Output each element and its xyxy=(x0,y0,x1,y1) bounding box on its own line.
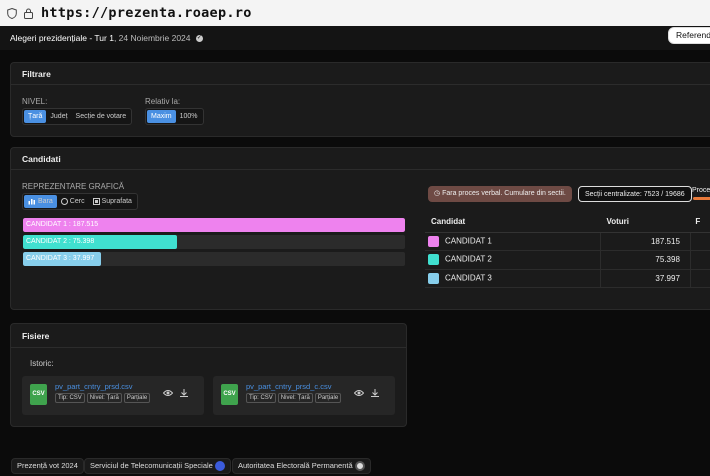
row-votes: 75.398 xyxy=(600,250,691,270)
lock-icon xyxy=(24,8,33,19)
address-text[interactable]: https://prezenta.roaep.ro xyxy=(41,5,252,21)
column-header-percent: F xyxy=(690,212,710,233)
browser-url-bar[interactable]: https://prezenta.roaep.ro xyxy=(0,0,710,26)
tag-level: Nivel: Țară xyxy=(86,393,122,403)
graphic-option-area-label: Suprafata xyxy=(101,198,132,205)
table-row: CANDIDAT 1 187.515 xyxy=(425,232,710,251)
relative-option-100[interactable]: 100% xyxy=(176,110,202,123)
file-item[interactable]: CSV pv_part_cntry_prsd_c.csv Tip: CSV Ni… xyxy=(213,376,395,415)
bar-label-candidate-3: CANDIDAT 3 : 37.997 xyxy=(26,255,95,262)
graphic-option-bar[interactable]: Bara xyxy=(24,195,57,208)
eye-icon[interactable] xyxy=(354,388,364,398)
row-candidate-name: CANDIDAT 1 xyxy=(445,236,492,246)
filter-card: Filtrare xyxy=(10,62,710,137)
graphic-option-bar-label: Bara xyxy=(38,198,53,205)
file-name-link[interactable]: pv_part_cntry_prsd_c.csv xyxy=(246,382,331,391)
candidates-table: Candidat Voturi F CANDIDAT 1 187.515 CAN… xyxy=(425,212,710,288)
area-icon xyxy=(92,198,100,205)
footer-link-sts[interactable]: Serviciul de Telecomunicații Speciale xyxy=(84,458,231,474)
files-card-title: Fisiere xyxy=(11,324,406,348)
file-name-link[interactable]: pv_part_cntry_prsd.csv xyxy=(55,382,133,391)
shield-icon xyxy=(7,7,17,19)
color-swatch xyxy=(428,254,439,266)
clock-icon: ◷ xyxy=(434,190,441,197)
file-tags: Tip: CSV Nivel: Țară Parțiale xyxy=(55,393,151,403)
tag-type: Tip: CSV xyxy=(246,393,276,403)
footer-link-aep-label: Autoritatea Electorală Permanentă xyxy=(238,461,353,470)
download-icon[interactable] xyxy=(370,388,380,398)
graphic-label: REPREZENTARE GRAFICĂ xyxy=(22,182,125,191)
election-title: Alegeri prezidențiale - Tur 1, 24 Noiemb… xyxy=(10,33,203,43)
election-name: Alegeri prezidențiale - Tur 1 xyxy=(10,33,114,43)
column-header-votes: Voturi xyxy=(600,212,691,233)
pie-icon xyxy=(60,198,68,205)
csv-file-icon: CSV xyxy=(30,384,47,405)
graphic-option-area[interactable]: Suprafata xyxy=(89,195,136,208)
status-pill: ◷ Fara proces verbal. Cumulare din secti… xyxy=(428,186,572,202)
graphic-segmented-control: Bara Cerc Suprafata xyxy=(22,193,138,210)
footer-link-aep[interactable]: Autoritatea Electorală Permanentă xyxy=(232,458,371,474)
graphic-option-circle[interactable]: Cerc xyxy=(57,195,89,208)
table-row: CANDIDAT 3 37.997 xyxy=(425,269,710,288)
row-votes: 187.515 xyxy=(600,232,691,251)
bar-track-1: CANDIDAT 1 : 187.515 xyxy=(23,218,405,232)
row-candidate-name: CANDIDAT 2 xyxy=(445,254,492,264)
file-item[interactable]: CSV pv_part_cntry_prsd.csv Tip: CSV Nive… xyxy=(22,376,204,415)
file-tags: Tip: CSV Nivel: Țară Parțiale xyxy=(246,393,342,403)
history-label: Istoric: xyxy=(30,359,54,368)
color-swatch xyxy=(428,272,439,284)
progress-bar xyxy=(693,197,710,200)
color-swatch xyxy=(428,235,439,247)
relative-option-max[interactable]: Maxim xyxy=(147,110,176,123)
bar-label-candidate-2: CANDIDAT 2 : 75.398 xyxy=(26,238,95,245)
filter-card-title: Filtrare xyxy=(11,63,710,85)
election-header: Alegeri prezidențiale - Tur 1, 24 Noiemb… xyxy=(0,26,710,50)
tag-partial: Parțiale xyxy=(314,393,342,403)
level-segmented-control: Țară Județ Secție de votare xyxy=(22,108,133,125)
level-option-county[interactable]: Județ xyxy=(46,110,71,123)
csv-file-icon: CSV xyxy=(221,384,238,405)
aep-logo-icon xyxy=(354,461,365,472)
bar-chart-icon xyxy=(28,199,35,205)
election-date: , 24 Noiembrie 2024 xyxy=(113,33,191,43)
status-pill-text: Fara proces verbal. Cumulare din sectii. xyxy=(442,190,566,197)
tag-level: Nivel: Țară xyxy=(277,393,313,403)
column-header-candidate: Candidat xyxy=(425,212,601,233)
level-label: NIVEL: xyxy=(22,97,48,106)
download-icon[interactable] xyxy=(179,388,189,398)
bar-track-3: CANDIDAT 3 : 37.997 xyxy=(23,252,405,266)
sections-pill: Secții centralizate: 7523 / 19686 xyxy=(578,186,692,202)
tag-partial: Parțiale xyxy=(123,393,151,403)
tag-type: Tip: CSV xyxy=(55,393,85,403)
bar-label-candidate-1: CANDIDAT 1 : 187.515 xyxy=(26,221,99,228)
sts-logo-icon xyxy=(214,461,225,472)
check-badge-icon: ✓ xyxy=(195,35,203,43)
row-votes: 37.997 xyxy=(600,269,691,288)
table-row: CANDIDAT 2 75.398 xyxy=(425,250,710,270)
level-option-country[interactable]: Țară xyxy=(24,110,47,123)
eye-icon[interactable] xyxy=(163,388,173,398)
row-candidate-name: CANDIDAT 3 xyxy=(445,273,492,283)
candidates-card-title: Candidati xyxy=(11,148,710,170)
bar-track-2: CANDIDAT 2 : 75.398 xyxy=(23,235,405,249)
relative-segmented-control: Maxim 100% xyxy=(145,108,204,125)
graphic-option-circle-label: Cerc xyxy=(69,198,85,205)
referendum-button[interactable]: Referendum xyxy=(668,27,710,44)
relative-label: Relativ la: xyxy=(145,97,181,106)
footer-link-sts-label: Serviciul de Telecomunicații Speciale xyxy=(90,461,213,470)
footer-link-turnout[interactable]: Prezență vot 2024 xyxy=(11,458,84,474)
level-option-section[interactable]: Secție de votare xyxy=(72,110,131,123)
